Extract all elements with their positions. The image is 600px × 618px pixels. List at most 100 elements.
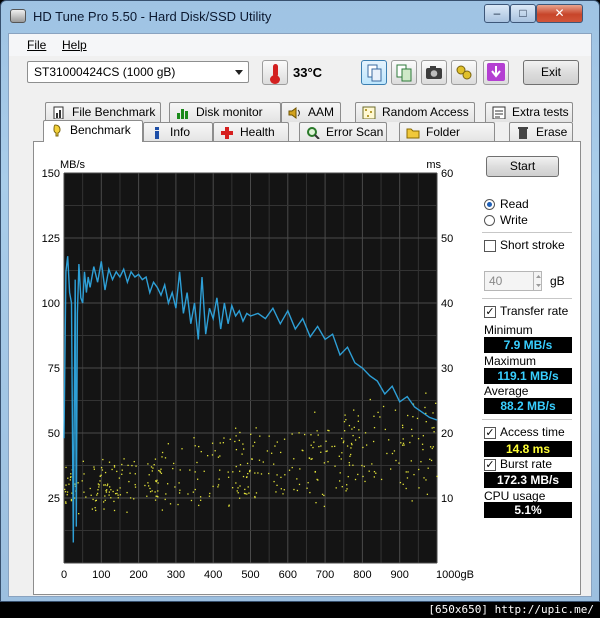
access-time-checkbox[interactable]: ✓ — [484, 427, 496, 439]
close-button[interactable]: ✕ — [536, 4, 583, 23]
short-stroke-checkbox[interactable] — [484, 240, 496, 252]
screenshot-button[interactable] — [421, 60, 447, 85]
access-time-point — [98, 486, 100, 488]
access-time-point — [92, 498, 94, 501]
minimize-button[interactable]: – — [484, 4, 510, 23]
access-time-point — [310, 444, 312, 446]
copy-button[interactable] — [361, 60, 387, 85]
y-axis-title: MB/s — [60, 159, 86, 171]
access-time-point — [362, 446, 364, 449]
access-time-point — [391, 452, 394, 455]
access-time-point — [357, 420, 360, 422]
tab-label: Error Scan — [326, 125, 384, 139]
access-time-point — [199, 499, 202, 501]
access-time-point — [341, 437, 343, 440]
access-time-point — [232, 471, 234, 473]
access-time-point — [405, 487, 407, 490]
access-time-point — [89, 487, 91, 490]
access-time-point — [94, 506, 96, 509]
access-time-point — [239, 485, 241, 487]
access-time-point — [151, 490, 153, 492]
access-time-point — [93, 466, 95, 468]
tab-info[interactable]: Info — [143, 122, 213, 142]
tab-file-benchmark[interactable]: File Benchmark — [45, 102, 161, 122]
access-time-point — [255, 427, 257, 429]
copy-screenshot-button[interactable] — [391, 60, 417, 85]
transfer-rate-checkbox[interactable]: ✓ — [484, 306, 496, 318]
access-time-point — [95, 499, 98, 501]
access-time-point — [246, 493, 248, 495]
divider — [482, 298, 572, 299]
menu-help[interactable]: Help — [62, 38, 87, 52]
tab-extra-tests[interactable]: Extra tests — [485, 102, 573, 122]
access-time-point — [209, 492, 211, 495]
access-time-point — [401, 424, 404, 427]
tab-health[interactable]: Health — [213, 122, 289, 142]
access-time-point — [91, 508, 94, 510]
y2-tick-label: 20 — [441, 428, 453, 440]
tab-aam[interactable]: AAM — [281, 102, 341, 122]
access-time-point — [293, 488, 295, 491]
title-bar[interactable]: HD Tune Pro 5.50 - Hard Disk/SSD Utility… — [1, 1, 599, 31]
access-time-point — [427, 467, 429, 469]
access-time-point — [373, 426, 376, 429]
access-time-point — [395, 459, 397, 462]
read-radio[interactable] — [484, 199, 495, 210]
temperature-button[interactable] — [262, 60, 288, 85]
start-button[interactable]: Start — [486, 156, 559, 177]
tab-disk-monitor[interactable]: Disk monitor — [169, 102, 281, 122]
tab-erase[interactable]: Erase — [509, 122, 573, 142]
menu-file[interactable]: File — [27, 38, 46, 52]
access-time-point — [83, 473, 85, 475]
access-time-point — [155, 480, 158, 483]
access-time-point — [244, 488, 246, 491]
exit-button[interactable]: Exit — [523, 60, 579, 85]
access-time-point — [252, 445, 254, 447]
access-time-point — [298, 483, 301, 486]
drive-select[interactable]: ST31000424CS (1000 gB) — [27, 61, 249, 83]
spinner-arrows-icon — [536, 275, 541, 287]
access-time-point — [354, 439, 357, 441]
stroke-spinner[interactable] — [533, 272, 542, 290]
access-time-point — [108, 491, 111, 493]
access-time-point — [113, 509, 116, 512]
write-radio[interactable] — [484, 215, 495, 226]
access-time-point — [158, 469, 160, 472]
tab-random-access[interactable]: Random Access — [355, 102, 475, 122]
access-time-point — [134, 473, 136, 475]
access-time-point — [344, 414, 346, 416]
tab-folder-usage[interactable]: Folder Usage — [399, 122, 495, 158]
access-time-point — [246, 462, 249, 465]
access-time-point — [200, 450, 202, 453]
access-time-point — [325, 440, 327, 442]
access-time-point — [236, 490, 238, 492]
access-time-point — [323, 462, 326, 464]
minimum-value: 7.9 MB/s — [484, 337, 572, 353]
access-time-point — [64, 491, 67, 493]
access-time-point — [357, 415, 359, 417]
cpu-usage-value: 5.1% — [484, 502, 572, 518]
access-time-point — [338, 480, 341, 482]
save-button[interactable] — [483, 60, 509, 85]
tab-benchmark[interactable]: Benchmark — [43, 120, 143, 142]
burst-rate-checkbox[interactable]: ✓ — [484, 459, 496, 471]
access-time-point — [280, 476, 282, 479]
y2-tick-label: 30 — [441, 363, 453, 375]
access-time-point — [129, 472, 131, 474]
tab-error-scan[interactable]: Error Scan — [299, 122, 387, 142]
benchmark-icon — [53, 124, 61, 137]
access-time-point — [105, 491, 108, 493]
access-time-point — [206, 455, 209, 457]
access-time-point — [234, 440, 236, 443]
access-time-point — [274, 445, 276, 447]
chevron-down-icon — [235, 70, 243, 75]
access-time-point — [222, 442, 225, 444]
access-time-point — [270, 452, 273, 454]
access-time-point — [249, 469, 251, 472]
access-time-point — [411, 500, 413, 502]
options-button[interactable] — [451, 60, 477, 85]
access-time-point — [352, 434, 354, 437]
access-time-point — [123, 458, 125, 460]
thermometer-bulb — [270, 75, 280, 84]
maximize-button[interactable]: □ — [510, 4, 536, 23]
